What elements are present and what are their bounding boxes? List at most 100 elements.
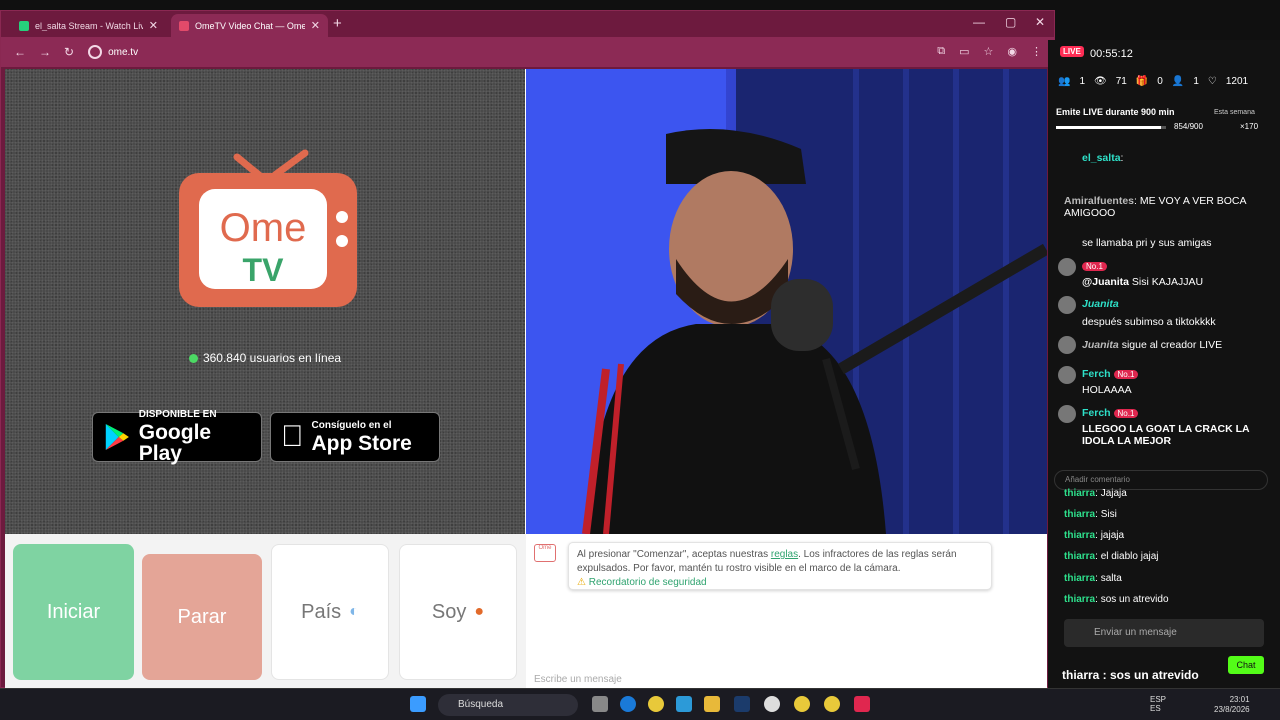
- google-play-big: Google Play: [138, 421, 212, 465]
- ometv-small-logo-icon: Ome: [534, 544, 556, 562]
- argentina-flag-icon: ◐: [349, 603, 359, 620]
- goal-progress-fill: [1056, 126, 1161, 129]
- google-play-button[interactable]: DISPONIBLE EN Google Play: [92, 409, 262, 465]
- comment-user: Amiralfuentes: [1064, 195, 1135, 207]
- online-count-text: 360.840 usuarios en línea: [202, 351, 342, 365]
- url-field[interactable]: ome.tv: [88, 45, 138, 59]
- gender-button[interactable]: Soy ●: [399, 544, 517, 680]
- send-message-input[interactable]: Enviar un mensaje: [1064, 619, 1264, 647]
- cast-icon[interactable]: ▭: [959, 45, 969, 58]
- chat-user: thiarra: [1064, 594, 1096, 605]
- steam-icon[interactable]: [734, 696, 750, 712]
- close-tab-icon[interactable]: ✕: [311, 19, 320, 32]
- app-store-button[interactable]:  Consíguelo en elApp Store: [270, 412, 440, 462]
- taskbar-search[interactable]: Búsqueda: [438, 694, 578, 716]
- tab-el-salta[interactable]: el_salta Stream - Watch Live on ✕: [11, 14, 166, 37]
- tiktok-icon[interactable]: [854, 696, 870, 712]
- menu-dots-icon[interactable]: ⋮: [1031, 45, 1042, 58]
- google-play-small: DISPONIBLE EN: [138, 409, 217, 420]
- chat-message: thiarra: el diablo jajaj: [1064, 551, 1159, 562]
- chat-message: thiarra: jajaja: [1064, 530, 1125, 541]
- chat-user: thiarra: [1064, 509, 1096, 520]
- minimize-icon[interactable]: —: [973, 15, 985, 29]
- chrome-icon-3[interactable]: [824, 696, 840, 712]
- new-tab-icon[interactable]: +: [333, 15, 342, 32]
- chat-input[interactable]: Escribe un mensaje: [534, 674, 622, 685]
- comment-text: Sisi KAJAJJAU: [1131, 276, 1204, 288]
- maximize-icon[interactable]: ▢: [1005, 15, 1016, 29]
- safety-reminder-link[interactable]: Recordatorio de seguridad: [589, 577, 707, 588]
- tiktok-live-panel: 00:55:12 👥 1 👁 71 🎁 0 👤 1 ♡ 1201 Emite LIVE d…: [1048, 40, 1280, 690]
- close-window-icon[interactable]: ✕: [1035, 15, 1045, 29]
- app-store-small: Consíguelo en el: [289, 419, 392, 431]
- self-camera-pane: [526, 69, 1047, 534]
- lang-code: ESP: [1150, 695, 1167, 704]
- likes-count: 1201: [1225, 76, 1249, 87]
- country-button[interactable]: País ◐: [271, 544, 389, 680]
- views-count: 71: [1115, 76, 1127, 87]
- chat-message: thiarra: salta: [1064, 573, 1122, 584]
- people-count: 1: [1193, 76, 1199, 87]
- profile-icon[interactable]: ◉: [1007, 45, 1017, 58]
- add-comment-input[interactable]: Añadir comentario: [1054, 470, 1268, 490]
- chrome-icon-2[interactable]: [794, 696, 810, 712]
- avatar: [1058, 296, 1076, 314]
- back-icon[interactable]: ←: [14, 45, 26, 59]
- chat-message: thiarra: Jajaja: [1064, 488, 1127, 499]
- comment-user: el_salta: [1082, 152, 1121, 164]
- gender-label: Soy: [431, 600, 467, 623]
- live-badge: LIVE: [1060, 46, 1084, 57]
- avatar: [1058, 366, 1076, 384]
- ometv-logo: Ome TV: [179, 149, 357, 307]
- goal-text: Emite LIVE durante 900 min: [1056, 107, 1175, 117]
- google-play-icon: [105, 424, 129, 450]
- chat-user: thiarra: [1064, 551, 1096, 562]
- tab-label: el_salta Stream - Watch Live on: [35, 20, 143, 31]
- chat-text: el diablo jajaj: [1100, 551, 1159, 562]
- warning-icon: ⚠: [577, 577, 586, 588]
- url-text: ome.tv: [108, 46, 139, 58]
- ometv-page: Ome TV 360.840 usuarios en línea DISPONI…: [5, 69, 1047, 689]
- stop-button[interactable]: Parar: [142, 554, 262, 680]
- lang-code-2: ES: [1150, 704, 1161, 713]
- close-tab-icon[interactable]: ✕: [149, 19, 158, 32]
- store-icon[interactable]: [676, 696, 692, 712]
- chat-user: thiarra: [1064, 573, 1096, 584]
- chat-user: thiarra: [1064, 488, 1096, 499]
- taskbar: Búsqueda ESP ES 23:01 23/8/2026: [0, 688, 1280, 720]
- windows-start-icon[interactable]: [410, 696, 426, 712]
- site-info-icon[interactable]: [88, 45, 103, 59]
- kick-icon: [19, 20, 29, 31]
- tab-ometv[interactable]: OmeTV Video Chat — Ome ✕: [171, 14, 328, 37]
- start-button[interactable]: Iniciar: [13, 544, 134, 680]
- avatar: [1058, 336, 1076, 354]
- comment-item: @Juanita Sisi KAJAJJAU: [1082, 276, 1203, 288]
- forward-icon[interactable]: →: [39, 45, 51, 59]
- goal-progress-bar: [1056, 126, 1166, 129]
- task-view-icon[interactable]: [592, 696, 608, 712]
- obs-icon[interactable]: [764, 696, 780, 712]
- goal-progress: 854/900: [1174, 122, 1203, 131]
- bookmark-star-icon[interactable]: ☆: [984, 45, 994, 58]
- chrome-icon[interactable]: [648, 696, 664, 712]
- chat-button[interactable]: Chat: [1228, 656, 1264, 674]
- live-timer: 00:55:12: [1090, 48, 1133, 60]
- language-indicator[interactable]: ESP ES: [1150, 695, 1166, 713]
- clock[interactable]: 23:01 23/8/2026: [1214, 695, 1250, 715]
- comment-text: se llamaba pri y sus amigas: [1082, 237, 1212, 249]
- comment-user: Ferch: [1082, 368, 1111, 380]
- comment-item: después subimso a tiktokkkk: [1082, 316, 1216, 328]
- folder-icon[interactable]: [704, 696, 720, 712]
- comment-item: Amiralfuentes: ME VOY A VER BOCA AMIGOOO: [1064, 195, 1246, 219]
- clock-time: 23:01: [1229, 695, 1250, 704]
- reload-icon[interactable]: ↻: [64, 45, 74, 59]
- no1-badge: No.1: [1082, 260, 1107, 272]
- rules-link[interactable]: reglas: [771, 549, 798, 560]
- online-count: 360.840 usuarios en línea: [5, 351, 525, 365]
- chat-text: Sisi: [1100, 509, 1117, 520]
- translate-icon[interactable]: ⧉: [937, 45, 945, 58]
- edge-icon[interactable]: [620, 696, 636, 712]
- rules-notice: Al presionar "Comenzar", aceptas nuestra…: [568, 542, 992, 590]
- chat-text: Jajaja: [1100, 488, 1127, 499]
- browser-window: el_salta Stream - Watch Live on ✕ OmeTV …: [0, 10, 1055, 689]
